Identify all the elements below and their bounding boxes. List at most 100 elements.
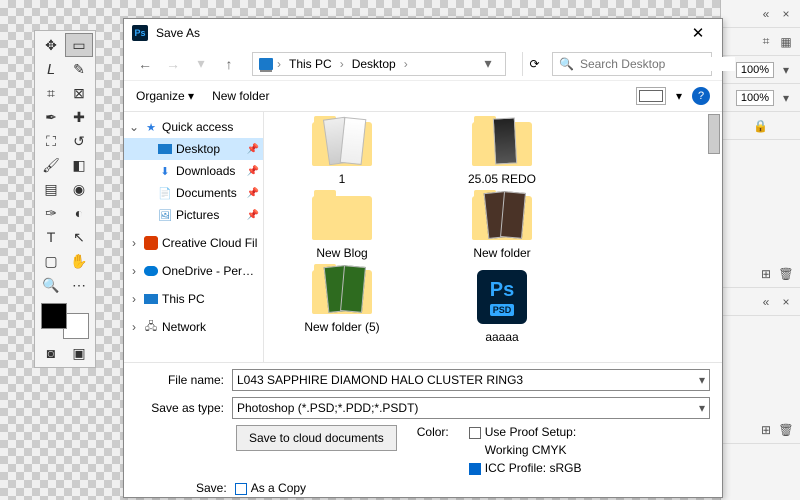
tree-item-creative-cloud-fil[interactable]: ›Creative Cloud Fil — [124, 232, 263, 254]
breadcrumb-seg[interactable]: Desktop — [348, 57, 400, 71]
address-dropdown[interactable]: ▾ — [477, 53, 499, 75]
chevron-down-icon[interactable]: ▾ — [676, 89, 682, 103]
file-item[interactable]: New Blog — [282, 196, 402, 260]
file-item[interactable]: New folder (5) — [282, 270, 402, 344]
tree-item-pictures[interactable]: 🖼Pictures📌 — [124, 204, 263, 226]
eyedropper-tool[interactable]: ✒ — [37, 105, 65, 129]
dodge-tool[interactable]: ◐ — [65, 201, 93, 225]
file-list[interactable]: 1 25.05 REDO New Blog New folder New folder … — [264, 112, 722, 362]
tree-item-quick-access[interactable]: ⌄★Quick access — [124, 116, 263, 138]
history-brush-tool[interactable]: ↺ — [65, 129, 93, 153]
tree-label: Pictures — [176, 208, 243, 222]
search-input[interactable] — [580, 57, 735, 71]
quick-select-tool[interactable]: ✎ — [65, 57, 93, 81]
foreground-color[interactable] — [41, 303, 67, 329]
crop-tool[interactable]: ⌗ — [37, 81, 65, 105]
file-item[interactable]: PsPSDааааа — [442, 270, 562, 344]
expand-icon[interactable]: › — [128, 320, 140, 334]
as-a-copy-option[interactable]: As a Copy — [235, 481, 306, 495]
tree-item-desktop[interactable]: Desktop📌 — [124, 138, 263, 160]
chevron-down-icon: ▾ — [188, 89, 194, 103]
up-button[interactable]: ↑ — [218, 53, 240, 75]
blur-tool[interactable]: ◉ — [65, 177, 93, 201]
expand-icon[interactable]: › — [128, 292, 140, 306]
color-swatches[interactable] — [37, 301, 93, 341]
gradient-tool[interactable]: ▤ — [37, 177, 65, 201]
marquee-tool[interactable]: ▭ — [65, 33, 93, 57]
folder-icon — [472, 196, 532, 240]
fill-value[interactable]: 100% — [736, 90, 774, 106]
crop-icon[interactable]: ⌗ — [758, 34, 774, 50]
expand-icon[interactable]: › — [128, 236, 140, 250]
breadcrumb-seg[interactable]: This PC — [285, 57, 336, 71]
monitor-icon — [158, 144, 172, 154]
tree-item-documents[interactable]: 📄Documents📌 — [124, 182, 263, 204]
icc-profile-option[interactable]: ICC Profile: sRGB — [469, 461, 582, 475]
chevrons-icon[interactable]: « — [758, 294, 774, 310]
expand-icon[interactable]: › — [128, 264, 140, 278]
opacity-value[interactable]: 100% — [736, 62, 774, 78]
edit-toolbar[interactable]: ⋯ — [65, 273, 93, 297]
move-tool[interactable]: ✥ — [37, 33, 65, 57]
close-panel-icon[interactable]: × — [778, 6, 794, 22]
file-label: 1 — [339, 172, 346, 186]
rectangle-tool[interactable]: ▢ — [37, 249, 65, 273]
pin-icon: 📌 — [247, 144, 259, 155]
eraser-tool[interactable]: ◧ — [65, 153, 93, 177]
close-button[interactable]: ✕ — [682, 21, 714, 45]
path-select-tool[interactable]: ↖ — [65, 225, 93, 249]
search-box[interactable]: 🔍 — [552, 52, 712, 76]
brush-tool[interactable]: 🖌 — [37, 153, 65, 177]
tree-item-downloads[interactable]: ⬇Downloads📌 — [124, 160, 263, 182]
healing-tool[interactable]: ✚ — [65, 105, 93, 129]
filetype-select[interactable]: Photoshop (*.PSD;*.PDD;*.PSDT) ▾ — [232, 397, 710, 419]
zoom-tool[interactable]: 🔍 — [37, 273, 65, 297]
lasso-tool[interactable]: 𝘓 — [37, 57, 65, 81]
refresh-button[interactable]: ⟳ — [522, 52, 546, 76]
help-button[interactable]: ? — [692, 87, 710, 105]
expand-icon[interactable]: ⌄ — [128, 120, 140, 134]
file-item[interactable]: 1 — [282, 122, 402, 186]
tree-item-this-pc[interactable]: ›This PC — [124, 288, 263, 310]
drive-icon — [259, 58, 273, 70]
save-to-cloud-button[interactable]: Save to cloud documents — [236, 425, 397, 451]
new-layer-icon[interactable]: ⊞ — [758, 422, 774, 438]
hand-tool[interactable]: ✋ — [65, 249, 93, 273]
save-options-label: Save: — [196, 481, 227, 495]
tree-label: Quick access — [162, 120, 259, 134]
proof-setup-option[interactable]: Use Proof Setup: — [469, 425, 582, 439]
chevrons-icon[interactable]: « — [758, 6, 774, 22]
filename-input[interactable]: L043 SAPPHIRE DIAMOND HALO CLUSTER RING3… — [232, 369, 710, 391]
pen-tool[interactable]: ✑ — [37, 201, 65, 225]
chevron-down-icon[interactable]: ▾ — [699, 401, 705, 415]
save-as-dialog: Ps Save As ✕ ← → ▾ ↑ › This PC › Desktop… — [123, 18, 723, 498]
lock-icon[interactable]: 🔒 — [753, 118, 769, 134]
screen-mode-tool[interactable]: ▣ — [65, 341, 93, 365]
new-folder-button[interactable]: New folder — [212, 89, 269, 103]
recent-dropdown[interactable]: ▾ — [190, 53, 212, 75]
organize-menu[interactable]: Organize ▾ — [136, 89, 194, 103]
pic-icon: 🖼 — [158, 208, 172, 222]
chevron-down-icon[interactable]: ▾ — [699, 373, 705, 387]
file-item[interactable]: 25.05 REDO — [442, 122, 562, 186]
file-item[interactable]: New folder — [442, 196, 562, 260]
tree-item-onedrive---person[interactable]: ›OneDrive - Person — [124, 260, 263, 282]
tree-item-network[interactable]: ›🖧Network — [124, 316, 263, 338]
back-button[interactable]: ← — [134, 53, 156, 75]
cc-icon — [144, 236, 158, 250]
new-layer-icon[interactable]: ⊞ — [758, 266, 774, 282]
scrollbar-thumb[interactable] — [708, 114, 720, 154]
view-mode-button[interactable] — [636, 87, 666, 105]
address-bar[interactable]: › This PC › Desktop › ▾ — [252, 52, 506, 76]
right-panels: «× ⌗▦ 100%▾ 100%▾ 🔒 ⊞🗑 «× ⊞🗑 — [720, 0, 800, 500]
forward-button[interactable]: → — [162, 53, 184, 75]
stamp-tool[interactable]: ⛶ — [37, 129, 65, 153]
trash-icon[interactable]: 🗑 — [778, 422, 794, 438]
grid-icon[interactable]: ▦ — [778, 34, 794, 50]
type-tool[interactable]: T — [37, 225, 65, 249]
quick-mask-tool[interactable]: ◙ — [37, 341, 65, 365]
frame-tool[interactable]: ⊠ — [65, 81, 93, 105]
file-label: New folder (5) — [304, 320, 379, 334]
filename-label: File name: — [136, 373, 224, 387]
trash-icon[interactable]: 🗑 — [778, 266, 794, 282]
